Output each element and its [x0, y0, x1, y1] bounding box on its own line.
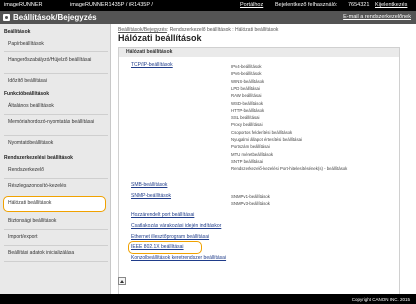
sidebar: Beállítások Papírbeállítások Hangerőszab… — [0, 24, 111, 294]
tcpip-settings-link[interactable]: TCP/IP-beállítások — [131, 62, 173, 68]
mail-admin-link[interactable]: E-mail a rendszerkezelőnek — [343, 14, 411, 20]
sidebar-heading-functions: Funkcióbeállítások — [4, 91, 50, 97]
sidebar-item-import-export[interactable]: Import/export — [8, 233, 37, 241]
tcpip-sub-item: SSL beállításai — [231, 115, 260, 121]
divider — [4, 135, 108, 136]
console-settings-link[interactable]: Konzolbeállítások keretrendszer beállítá… — [131, 255, 226, 261]
sidebar-item-volume[interactable]: Hangerőszabályzó/Hüjelző beállításai — [8, 56, 100, 64]
portal-link[interactable]: Portálhoz — [240, 2, 263, 8]
tcpip-sub-item: RAW beállításai — [231, 93, 262, 99]
top-bar: imageRUNNER imageRUNNER1435P / iR1435P /… — [0, 0, 416, 11]
user-id: 7654321 — [348, 2, 370, 8]
section-title: Hálózati beállítások — [126, 49, 173, 55]
sidebar-item-timer[interactable]: Időzítő beállításai — [8, 77, 47, 85]
divider — [4, 114, 108, 115]
sidebar-heading-system: Rendszerkezelési beállítások — [4, 155, 73, 161]
divider — [4, 73, 108, 74]
startup-wait-link[interactable]: Csatlakozás várakozási idején indításkor — [131, 223, 221, 229]
user-label: Bejelentkező felhasználó: — [275, 2, 338, 8]
tcpip-sub-item: Nyugalmi állapot értesítési beállításai — [231, 137, 302, 142]
smb-settings-link[interactable]: SMB-beállítások — [131, 182, 167, 188]
tcpip-sub-item: WINS-beállítások — [231, 78, 265, 84]
section-header: Hálózati beállítások — [119, 48, 399, 57]
snmp-settings-link[interactable]: SNMP-beállítások — [131, 193, 171, 199]
divider — [4, 261, 108, 262]
tcpip-sub-item: Rendszerkezelő-kezelési Port-hitelesítés… — [231, 166, 348, 172]
sidebar-heading-settings: Beállítások — [4, 29, 31, 35]
app-title: Beállítások/Bejegyzés — [13, 13, 97, 22]
ieee8021x-link[interactable]: IEEE 802.1X beállításai — [131, 244, 184, 250]
tcpip-sub-item: HTTP-beállítások — [231, 107, 265, 113]
scroll-top-button[interactable] — [118, 277, 126, 285]
sidebar-item-general[interactable]: Általános beállítások — [8, 102, 54, 110]
tcpip-sub-item: Proxy beállításai — [231, 122, 263, 128]
sidebar-item-admin[interactable]: Rendszerkezelő — [8, 166, 44, 174]
dedicated-port-link[interactable]: Hozzárendelt port beállításai — [131, 212, 194, 218]
sidebar-item-printer[interactable]: Nyomtatóbeállítások — [8, 139, 53, 147]
sidebar-item-memory-print[interactable]: Memóriahordozó-nyomtatás beállításai — [8, 118, 103, 126]
settings-panel: Hálózati beállítások TCP/IP-beállítások … — [118, 47, 400, 296]
tcpip-sub-item: MTU méretbeállítások — [231, 151, 274, 157]
tcpip-sub-item: WSD-beállítások — [231, 100, 263, 106]
tcpip-sub-item: IPv6-beállítások — [231, 71, 262, 77]
snmp-sub-item: SNMPv3-beállítások — [231, 201, 270, 206]
tcpip-sub-item: Csoportos felderítési beállítások — [231, 129, 293, 135]
divider — [4, 178, 108, 179]
tcpip-sub-item: LPD beállításai — [231, 85, 260, 91]
divider — [4, 245, 108, 246]
title-bar: Beállítások/Bejegyzés E-mail a rendszerk… — [0, 11, 416, 24]
footer: Copyright CANON INC. 2015 — [0, 294, 416, 304]
model-label: imageRUNNER1435P / iR1435P / — [70, 2, 153, 8]
copyright: Copyright CANON INC. 2015 — [351, 297, 410, 302]
sidebar-item-department-id[interactable]: Részlegazonosító-kezelés — [8, 182, 66, 190]
logout-link[interactable]: Kijelentkezés — [375, 2, 407, 8]
page-title: Hálózati beállítások — [118, 33, 202, 43]
main-panel: Beállítások/Bejegyzés: Rendszerkezelő be… — [113, 24, 413, 296]
ethernet-driver-link[interactable]: Ethernet illesztőprogram beállításai — [131, 234, 209, 240]
tcpip-sub-item: Portszám beállításai — [231, 144, 270, 150]
tcpip-sub-item: IPv4-beállítások — [231, 64, 262, 69]
tcpip-sub-item: SNTP beállításai — [231, 158, 263, 164]
divider — [4, 229, 108, 230]
settings-icon — [3, 14, 10, 21]
sidebar-item-paper[interactable]: Papírbeállítások — [8, 40, 44, 48]
divider — [4, 51, 108, 52]
sidebar-item-initialize[interactable]: Beállítási adatok inicializálása — [8, 249, 74, 257]
snmp-sub-item: SNMPv1-beállítások — [231, 194, 270, 199]
brand-label: imageRUNNER — [4, 2, 43, 8]
sidebar-item-security[interactable]: Biztonsági beállítások — [8, 217, 56, 225]
sidebar-item-network[interactable]: Hálózati beállítások — [8, 199, 51, 207]
